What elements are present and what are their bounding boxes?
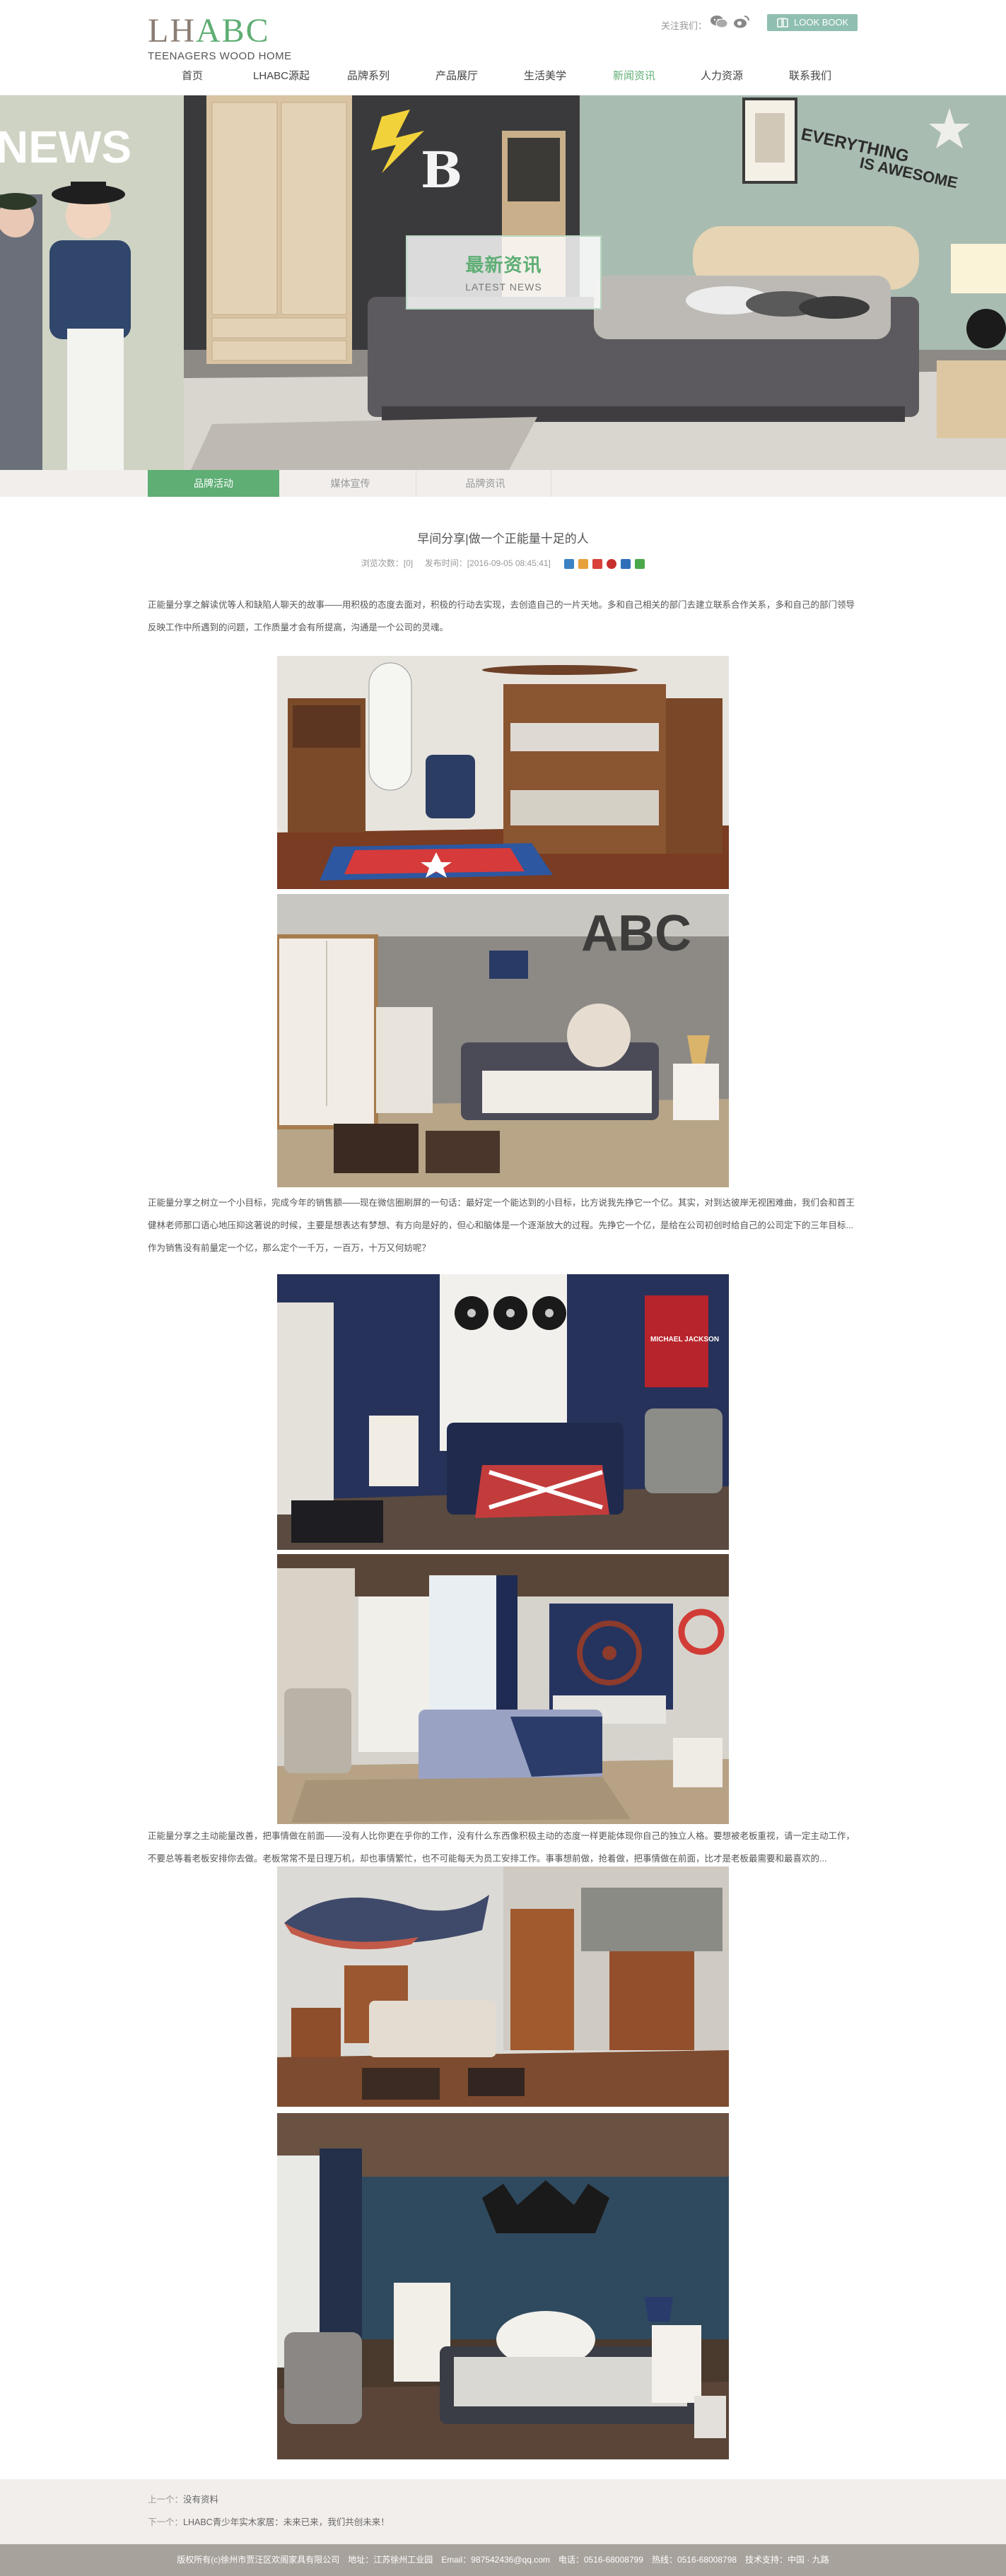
look-book-button[interactable]: LOOK BOOK [767, 14, 858, 31]
site-footer: 版权所有(c)徐州市贾汪区欢阁家具有限公司 地址：江苏徐州工业园 Email：9… [0, 2544, 1006, 2576]
site-logo[interactable]: LHABC TEENAGERS WOOD HOME [148, 12, 292, 63]
latest-news-subtitle: LATEST NEWS [465, 281, 542, 293]
article-photo-3: MICHAEL JACKSON [277, 1274, 729, 1550]
logo-wordmark: LHABC [148, 12, 270, 49]
article-paragraph-1: 正能量分享之解读优等人和缺陷人聊天的故事——用积极的态度去面对，积极的行动去实现… [148, 600, 855, 633]
svg-text:ABC: ABC [581, 905, 691, 962]
next-article-link[interactable]: 下一个：LHABC青少年实木家居：未来已来，我们共创未来！ [148, 2515, 390, 2528]
weibo-icon[interactable] [732, 14, 751, 33]
prev-next-links: 上一个：没有资料 下一个：LHABC青少年实木家居：未来已来，我们共创未来！ [0, 2479, 1006, 2544]
article-meta: 浏览次数：[0] 发布时间：[2016-09-05 08:45:41] [0, 557, 1006, 569]
tab-brand-news[interactable]: 品牌资讯 [420, 470, 551, 497]
hero-banner: NEWS B EVERYTHING IS AWESOME 最新资讯 LATEST… [0, 95, 1006, 470]
article-photo-6 [277, 2113, 729, 2459]
prev-article-link[interactable]: 上一个：没有资料 [148, 2492, 218, 2505]
article-paragraph-2: 正能量分享之树立一个小目标，完成今年的销售额——现在微信圈刷屏的一句话：最好定一… [148, 1198, 855, 1253]
nav-item-showroom[interactable]: 产品展厅 [435, 68, 478, 83]
nav-item-brand-series[interactable]: 品牌系列 [347, 68, 390, 83]
article-photo-4 [277, 1554, 729, 1824]
tab-brand-events[interactable]: 品牌活动 [148, 470, 279, 497]
nav-item-contact[interactable]: 联系我们 [789, 68, 831, 83]
main-nav: 首页 LHABC源起 品牌系列 产品展厅 生活美学 新闻资讯 人力资源 联系我们 [0, 68, 1006, 85]
nav-item-home[interactable]: 首页 [182, 68, 203, 83]
share-renren-icon[interactable] [621, 558, 631, 569]
latest-news-badge: 最新资讯 LATEST NEWS [406, 235, 602, 310]
site-header: LHABC TEENAGERS WOOD HOME 关注我们： LOOK BOO… [0, 0, 1006, 95]
nav-item-lifestyle[interactable]: 生活美学 [524, 68, 566, 83]
publish-date: [2016-09-05 08:45:41] [467, 558, 551, 568]
navy-bedroom-image: MICHAEL JACKSON [277, 1274, 729, 1550]
wechat-icon[interactable] [710, 14, 728, 33]
nav-item-news[interactable]: 新闻资讯 [613, 68, 655, 83]
svg-text:NEWS: NEWS [0, 122, 131, 172]
date-label: 发布时间： [424, 558, 467, 568]
views-count: [0] [403, 558, 414, 568]
share-star-icon[interactable] [578, 558, 589, 569]
share-pinterest-icon[interactable] [607, 558, 617, 569]
nav-item-hr[interactable]: 人力资源 [701, 68, 743, 83]
whale-bedroom-image [277, 1866, 729, 2107]
svg-text:B: B [421, 141, 462, 199]
nautical-bedroom-image [277, 1554, 729, 1824]
svg-text:MICHAEL JACKSON: MICHAEL JACKSON [650, 1336, 719, 1343]
bunk-bed-room-image [277, 656, 729, 889]
article-photo-2: ABC [277, 894, 729, 1187]
batman-bedroom-image [277, 2113, 729, 2459]
article-paragraph-3: 正能量分享之主动能量改善，把事情做在前面——没有人比你更在乎你的工作，没有什么东… [148, 1831, 855, 1864]
nav-item-origin[interactable]: LHABC源起 [253, 68, 310, 83]
article-photo-5 [277, 1866, 729, 2107]
article-title: 早间分享|做一个正能量十足的人 [417, 532, 589, 546]
article-photo-1 [277, 656, 729, 889]
tab-media-promotion[interactable]: 媒体宣传 [285, 470, 416, 497]
latest-news-title: 最新资讯 [465, 254, 542, 276]
logo-subtitle: TEENAGERS WOOD HOME [148, 50, 292, 62]
views-label: 浏览次数： [361, 558, 404, 568]
share-wechat-icon[interactable] [635, 558, 645, 569]
book-icon [777, 18, 788, 28]
abc-bedroom-image: ABC [277, 894, 729, 1187]
share-weibo-icon[interactable] [592, 558, 603, 569]
news-category-tabs: 品牌活动 媒体宣传 品牌资讯 [0, 470, 1006, 497]
follow-us-label: 关注我们： [661, 20, 708, 31]
share-qzone-icon[interactable] [564, 558, 575, 569]
